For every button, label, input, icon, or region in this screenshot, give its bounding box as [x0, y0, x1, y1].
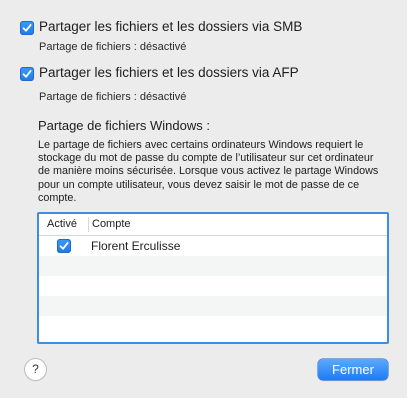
- checkmark-icon: [59, 242, 69, 250]
- afp-status-text: Partage de fichiers : désactivé: [39, 91, 187, 103]
- checkmark-icon: [22, 70, 32, 78]
- close-button[interactable]: Fermer: [318, 359, 388, 380]
- accounts-table[interactable]: Activé Compte Florent Erculisse: [37, 212, 389, 344]
- smb-label[interactable]: Partager les fichiers et les dossiers vi…: [39, 19, 302, 34]
- table-header: Activé Compte: [39, 214, 387, 236]
- column-divider: [88, 217, 89, 232]
- smb-checkbox[interactable]: [20, 21, 34, 35]
- enabled-checkbox[interactable]: [57, 239, 71, 253]
- help-button[interactable]: ?: [25, 359, 46, 380]
- column-header-account[interactable]: Compte: [92, 214, 131, 235]
- checkmark-icon: [22, 24, 32, 32]
- table-row[interactable]: Florent Erculisse: [39, 236, 387, 256]
- windows-sharing-description: Le partage de fichiers avec certains ord…: [38, 139, 379, 204]
- afp-checkbox[interactable]: [20, 67, 34, 81]
- table-row-empty: [39, 276, 387, 296]
- column-header-enabled[interactable]: Activé: [47, 214, 77, 235]
- account-name: Florent Erculisse: [91, 239, 181, 253]
- smb-status-text: Partage de fichiers : désactivé: [39, 41, 187, 53]
- table-row-empty: [39, 296, 387, 316]
- table-row-empty: [39, 256, 387, 276]
- afp-label[interactable]: Partager les fichiers et les dossiers vi…: [39, 65, 299, 80]
- windows-sharing-title: Partage de fichiers Windows :: [38, 118, 210, 133]
- table-row-empty: [39, 316, 387, 336]
